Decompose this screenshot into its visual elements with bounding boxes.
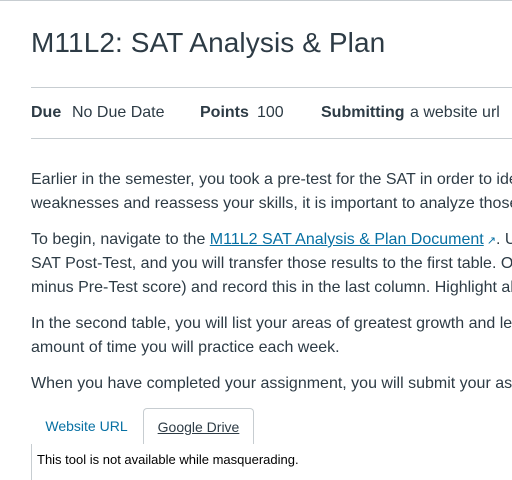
description-p1-line1: Earlier in the semester, you took a pre-… (31, 171, 512, 188)
p2-prefix: To begin, navigate to the (31, 231, 210, 248)
submission-tabs: Website URL Google Drive (31, 408, 512, 446)
description-p2-line3: minus Pre-Test score) and record this in… (31, 279, 512, 296)
due-label: Due (31, 104, 62, 121)
description-p3-line2: amount of time you will practice each we… (31, 339, 340, 356)
description-p4-line1: When you have completed your assignment,… (31, 375, 512, 392)
analysis-plan-document-link[interactable]: M11L2 SAT Analysis & Plan Document (210, 231, 484, 248)
page-title: M11L2: SAT Analysis & Plan (31, 27, 386, 58)
top-border (0, 0, 512, 1)
p2-suffix: . U (495, 231, 512, 248)
points-label: Points (200, 104, 249, 121)
submission-panel: This tool is not available while masquer… (31, 444, 512, 480)
tab-website-url[interactable]: Website URL (31, 408, 142, 444)
submitting-label: Submitting (321, 104, 405, 121)
description-p1-line2: weaknesses and reassess your skills, it … (31, 195, 512, 212)
description-p2-line2: SAT Post-Test, and you will transfer tho… (31, 255, 512, 272)
description-p2-line1: To begin, navigate to the M11L2 SAT Anal… (31, 228, 512, 253)
submitting-value: a website url (410, 104, 500, 121)
tab-google-drive[interactable]: Google Drive (143, 408, 254, 446)
points-value: 100 (257, 104, 284, 121)
masquerade-message: This tool is not available while masquer… (37, 452, 299, 467)
assignment-details: Due No Due Date Points 100 Submitting a … (31, 87, 512, 139)
due-value: No Due Date (72, 104, 165, 121)
external-link-icon: ↗ (486, 235, 496, 247)
description-p3-line1: In the second table, you will list your … (31, 315, 512, 332)
